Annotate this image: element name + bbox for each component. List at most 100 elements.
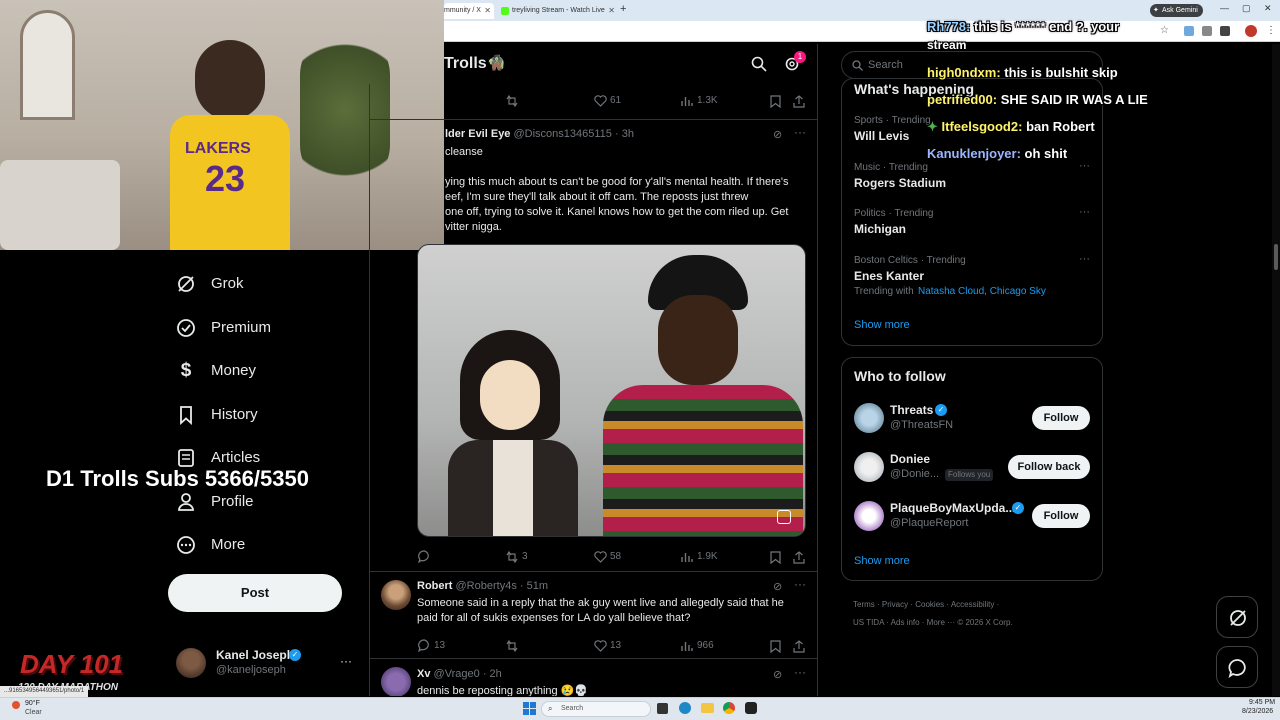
bookmark-star-icon[interactable]: ☆ [1160,25,1170,36]
menu-icon[interactable]: ⋮ [1266,25,1276,36]
like-icon[interactable] [594,551,607,563]
folder-icon[interactable] [701,703,714,713]
grok-icon[interactable]: ⊘ [773,128,782,141]
image-person-right [603,255,803,536]
grok-icon[interactable]: ⊘ [773,668,782,681]
maximize-button[interactable]: ▢ [1242,3,1251,14]
close-icon[interactable]: ✕ [608,3,615,19]
avatar[interactable] [381,667,411,696]
account-switcher[interactable]: Kanel Joseph ✓ @kaneljoseph ··· [176,646,356,680]
follow-button[interactable]: Follow [1032,504,1090,528]
author-handle[interactable]: @Vrage0 [434,668,480,680]
repost-icon[interactable] [505,551,519,563]
follow-suggestion[interactable]: PlaqueBoyMaxUpda... ✓ @PlaqueReport Foll… [842,499,1102,535]
scrollbar-thumb[interactable] [1274,244,1278,270]
extension-icon[interactable] [1184,26,1194,36]
more-icon[interactable]: ··· [340,654,352,668]
more-icon[interactable]: ··· [1079,160,1090,172]
more-icon[interactable]: ··· [794,665,806,679]
footer-link[interactable]: Terms [853,600,875,609]
footer-link[interactable]: More ··· [927,618,955,627]
repost-icon[interactable] [505,95,519,107]
post-button[interactable]: Post [168,574,342,612]
bookmark-icon[interactable] [770,640,781,653]
author-handle[interactable]: @Roberty4s [456,580,517,592]
taskbar-search[interactable]: ⌕ Search [541,701,651,717]
views-icon[interactable] [681,551,693,563]
footer-link[interactable]: US TIDA [853,618,884,627]
trend-item[interactable]: Politics · Trending Michigan ··· [842,204,1102,244]
more-icon[interactable]: ··· [1079,253,1090,265]
post-time[interactable]: · 3h [615,128,634,140]
post-author[interactable]: lder Evil Eye @Discons13465115 · 3h [445,128,634,140]
reply-icon[interactable] [418,550,431,563]
more-icon[interactable]: ··· [794,125,806,139]
media-icon[interactable] [777,510,791,524]
profile-avatar[interactable] [1245,25,1257,37]
clock-date[interactable]: 8/23/2026 [1242,708,1273,715]
post[interactable]: Xv @Vrage0 · 2h ⊘ ··· dennis be repostin… [370,659,817,696]
bookmark-icon[interactable] [770,95,781,108]
show-more-link[interactable]: Show more [854,319,910,331]
footer-link[interactable]: Ads info [891,618,920,627]
avatar[interactable] [381,580,411,610]
extension-icon[interactable] [1202,26,1212,36]
post[interactable]: lder Evil Eye @Discons13465115 · 3h ⊘ ··… [370,120,817,571]
repost-icon[interactable] [505,640,519,652]
trend-item[interactable]: Music · Trending Rogers Stadium ··· [842,158,1102,198]
new-tab-button[interactable]: + [620,3,626,15]
minimize-button[interactable]: — [1220,3,1229,13]
footer-link[interactable]: Privacy [882,600,908,609]
show-more-link[interactable]: Show more [854,555,910,567]
follow-suggestion[interactable]: Threats ✓ @ThreatsFN Follow [842,401,1102,437]
grok-icon[interactable]: ⊘ [773,580,782,593]
post-time[interactable]: · 51m [520,580,548,592]
follow-suggestion[interactable]: Doniee @Donie... Follows you Follow back [842,450,1102,486]
app-icon[interactable] [745,702,757,714]
author-name[interactable]: lder Evil Eye [445,128,510,140]
like-icon[interactable] [594,640,607,652]
reply-icon[interactable] [418,639,431,652]
browser-tab[interactable]: mmunity / X ✕ [444,3,494,19]
author-name[interactable]: Robert [417,580,452,592]
browser-tab[interactable]: treyliving Stream - Watch Live ✕ [498,3,618,19]
share-icon[interactable] [793,551,805,564]
footer-link[interactable]: Accessibility [951,600,995,609]
task-view-icon[interactable] [657,703,668,714]
edge-icon[interactable] [679,702,691,714]
chrome-icon[interactable] [723,702,735,714]
scrollbar[interactable] [1272,44,1280,696]
post-actions: 13 13 966 [370,636,817,656]
bookmark-icon[interactable] [770,551,781,564]
share-icon[interactable] [793,640,805,653]
views-icon[interactable] [681,95,693,107]
share-icon[interactable] [793,95,805,108]
grok-fab[interactable] [1216,596,1258,638]
messages-fab[interactable] [1216,646,1258,688]
trending-with-link[interactable]: Natasha Cloud, Chicago Sky [918,286,1046,297]
start-button[interactable] [523,702,536,715]
extension-icon[interactable] [1220,26,1230,36]
more-icon[interactable]: ··· [794,577,806,591]
trend-item[interactable]: Boston Celtics · Trending Enes Kanter Tr… [842,251,1102,307]
clock-time[interactable]: 9:45 PM [1249,699,1275,706]
like-icon[interactable] [594,95,607,107]
views-icon[interactable] [681,640,693,652]
close-icon[interactable]: ✕ [484,3,491,19]
author-handle[interactable]: @Discons13465115 [514,128,612,140]
post-image[interactable] [417,244,806,537]
address-bar[interactable]: ☆ ⋮ [444,21,1280,42]
post-author[interactable]: Robert @Roberty4s · 51m [417,580,548,592]
footer-link[interactable]: Cookies [915,600,944,609]
ask-gemini-button[interactable]: ✦ Ask Gemini [1150,4,1203,17]
follow-back-button[interactable]: Follow back [1008,455,1090,479]
follow-button[interactable]: Follow [1032,406,1090,430]
post-time[interactable]: · 2h [483,668,502,680]
post[interactable]: Robert @Roberty4s · 51m ⊘ ··· Someone sa… [370,572,817,658]
close-window-button[interactable]: ✕ [1264,3,1272,14]
weather-widget[interactable]: 90°F Clear [12,700,72,718]
post-author[interactable]: Xv @Vrage0 · 2h [417,668,502,680]
search-icon[interactable] [751,56,767,72]
author-name[interactable]: Xv [417,668,430,680]
more-icon[interactable]: ··· [1079,206,1090,218]
